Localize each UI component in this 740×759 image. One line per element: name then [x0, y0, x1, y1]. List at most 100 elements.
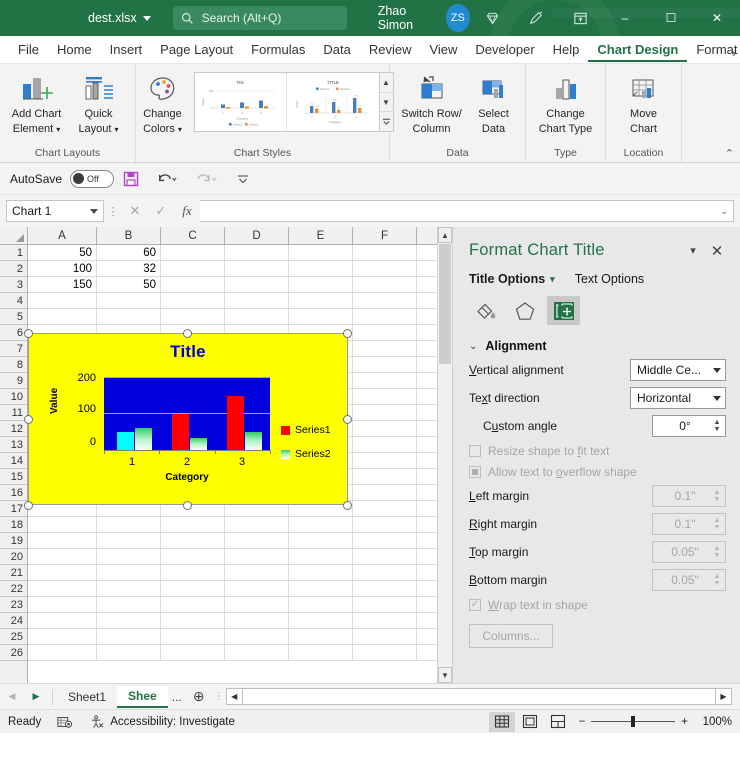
cell-A5[interactable]	[28, 309, 97, 325]
cell-A26[interactable]	[28, 645, 97, 661]
tab-file[interactable]: File	[9, 39, 48, 62]
row-header-1[interactable]: 1	[0, 245, 27, 261]
search-input[interactable]: Search (Alt+Q)	[173, 6, 347, 30]
cell-C4[interactable]	[161, 293, 225, 309]
effects-icon[interactable]	[508, 296, 541, 325]
cell-F16[interactable]	[353, 485, 417, 501]
resize-handle-bottom-right[interactable]	[343, 501, 352, 510]
cell-B24[interactable]	[97, 613, 161, 629]
spinner-arrows[interactable]: ▲▼	[711, 517, 723, 531]
row-header-21[interactable]: 21	[0, 565, 27, 581]
cell-B5[interactable]	[97, 309, 161, 325]
quick-layout-button[interactable]: Quick Layout ▾	[68, 70, 130, 136]
cell-E21[interactable]	[289, 565, 353, 581]
size-and-properties-icon[interactable]	[547, 296, 580, 325]
cell-E1[interactable]	[289, 245, 353, 261]
row-header-14[interactable]: 14	[0, 453, 27, 469]
horizontal-scrollbar[interactable]: ◀ ▶	[226, 688, 732, 705]
cell-E24[interactable]	[289, 613, 353, 629]
formula-input[interactable]: ⌄	[200, 200, 734, 222]
row-header-24[interactable]: 24	[0, 613, 27, 629]
row-header-5[interactable]: 5	[0, 309, 27, 325]
row-header-16[interactable]: 16	[0, 485, 27, 501]
cell-B1[interactable]: 60	[97, 245, 161, 261]
tab-help[interactable]: Help	[544, 39, 589, 62]
bottom-margin-spinner[interactable]: 0.05" ▲▼	[652, 569, 726, 591]
fill-and-line-icon[interactable]	[469, 296, 502, 325]
cell-D1[interactable]	[225, 245, 289, 261]
columns-button[interactable]: Columns...	[469, 624, 553, 648]
normal-view-button[interactable]	[489, 712, 515, 732]
cell-C25[interactable]	[161, 629, 225, 645]
legend-item-series1[interactable]: Series1	[281, 424, 331, 436]
cell-D23[interactable]	[225, 597, 289, 613]
cell-C22[interactable]	[161, 581, 225, 597]
cell-F14[interactable]	[353, 453, 417, 469]
bar-series2-cat3[interactable]	[245, 432, 262, 450]
cell-C21[interactable]	[161, 565, 225, 581]
resize-handle-middle-right[interactable]	[343, 415, 352, 424]
account-name[interactable]: Zhao Simon	[378, 4, 437, 32]
tab-developer[interactable]: Developer	[466, 39, 543, 62]
cell-A21[interactable]	[28, 565, 97, 581]
row-header-13[interactable]: 13	[0, 437, 27, 453]
cell-C3[interactable]	[161, 277, 225, 293]
macro-record-button[interactable]	[49, 715, 81, 729]
row-header-22[interactable]: 22	[0, 581, 27, 597]
sheet-tab-overflow[interactable]: ...	[168, 690, 186, 704]
cell-F10[interactable]	[353, 389, 417, 405]
bar-series1-cat2[interactable]	[172, 414, 189, 450]
zoom-slider[interactable]	[591, 721, 675, 722]
maximize-button[interactable]: ☐	[648, 0, 694, 36]
row-header-4[interactable]: 4	[0, 293, 27, 309]
cell-B2[interactable]: 32	[97, 261, 161, 277]
cell-B19[interactable]	[97, 533, 161, 549]
spinner-arrows[interactable]: ▲▼	[711, 573, 723, 587]
cell-F2[interactable]	[353, 261, 417, 277]
customize-qat-button[interactable]	[228, 166, 258, 192]
pane-options-icon[interactable]: ▾	[682, 244, 704, 257]
bar-series2-cat2[interactable]	[190, 438, 207, 450]
move-chart-button[interactable]: Move Chart	[613, 70, 675, 135]
next-sheet-button[interactable]: ▶	[24, 691, 48, 702]
tab-data[interactable]: Data	[314, 39, 359, 62]
cell-B20[interactable]	[97, 549, 161, 565]
cell-D26[interactable]	[225, 645, 289, 661]
chart-style-thumbnail-1[interactable]: Title Value 200 0 1 2 3	[195, 73, 287, 131]
sheet-tab-sheet2[interactable]: Shee	[117, 686, 168, 708]
resize-handle-top-center[interactable]	[183, 329, 192, 338]
column-header-b[interactable]: B	[97, 227, 161, 244]
row-header-19[interactable]: 19	[0, 533, 27, 549]
cell-A20[interactable]	[28, 549, 97, 565]
tab-view[interactable]: View	[420, 39, 466, 62]
row-header-2[interactable]: 2	[0, 261, 27, 277]
bar-series1-cat1[interactable]	[117, 432, 134, 450]
save-button[interactable]	[116, 166, 146, 192]
row-header-11[interactable]: 11	[0, 405, 27, 421]
cell-E18[interactable]	[289, 517, 353, 533]
spinner-arrows[interactable]: ▲▼	[711, 545, 723, 559]
right-margin-spinner[interactable]: 0.1" ▲▼	[652, 513, 726, 535]
cell-B23[interactable]	[97, 597, 161, 613]
cell-F11[interactable]	[353, 405, 417, 421]
cell-A25[interactable]	[28, 629, 97, 645]
cell-B21[interactable]	[97, 565, 161, 581]
cell-F13[interactable]	[353, 437, 417, 453]
ribbon-display-options-icon[interactable]	[558, 0, 602, 36]
cell-E25[interactable]	[289, 629, 353, 645]
cell-B25[interactable]	[97, 629, 161, 645]
zoom-slider-thumb[interactable]	[631, 716, 635, 727]
cell-D22[interactable]	[225, 581, 289, 597]
change-chart-type-button[interactable]: Change Chart Type	[531, 70, 601, 135]
tab-review[interactable]: Review	[360, 39, 421, 62]
tab-chart-design[interactable]: Chart Design	[588, 39, 687, 62]
cell-D21[interactable]	[225, 565, 289, 581]
cell-C1[interactable]	[161, 245, 225, 261]
wrap-text-checkbox[interactable]: ✓	[469, 599, 481, 611]
cell-F3[interactable]	[353, 277, 417, 293]
vertical-scrollbar[interactable]: ▲ ▼	[437, 227, 452, 683]
cell-E5[interactable]	[289, 309, 353, 325]
cell-F19[interactable]	[353, 533, 417, 549]
zoom-in-button[interactable]: +	[681, 716, 688, 728]
tab-overflow-icon[interactable]: ›	[732, 46, 736, 60]
